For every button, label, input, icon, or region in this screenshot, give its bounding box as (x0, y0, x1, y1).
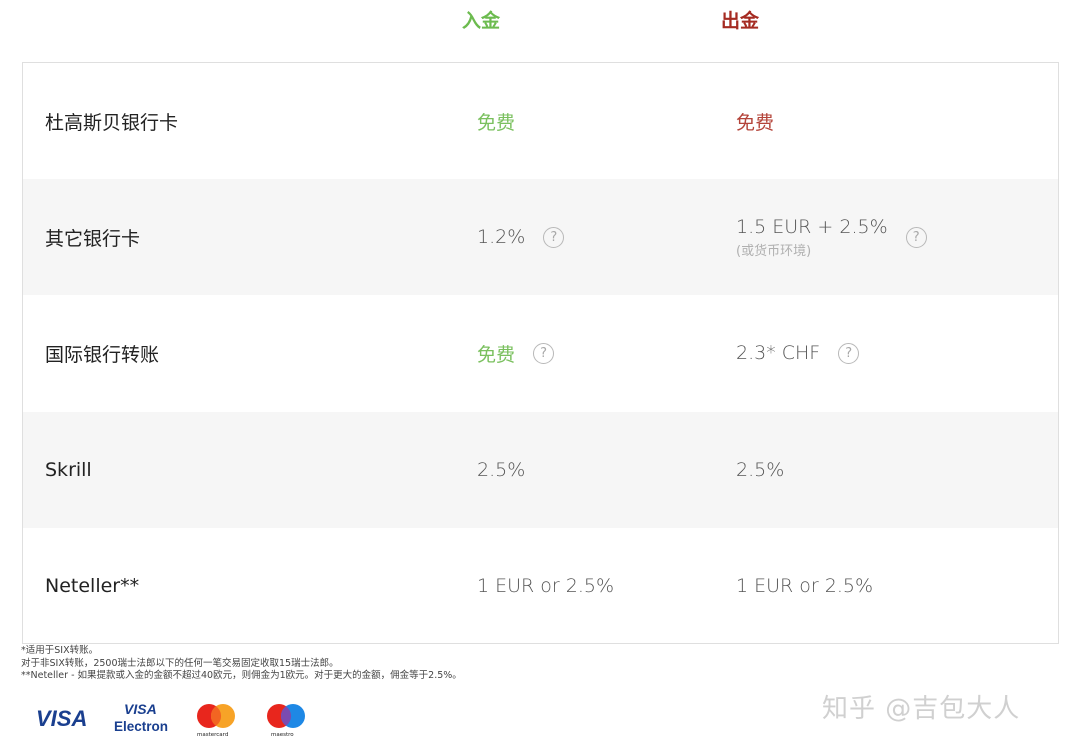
watermark: 知乎 @吉包大人 (822, 694, 1021, 724)
deposit-fee: 1.2% (477, 226, 526, 249)
deposit-fee: 2.5% (477, 458, 526, 481)
maestro-logo-icon: maestro (267, 704, 305, 738)
method-name: Neteller** (45, 574, 140, 597)
footnote: **Neteller - 如果提款或入金的金额不超过40欧元，则佣金为1欧元。对… (21, 670, 462, 681)
visa-electron-bottom-text: Electron (114, 719, 168, 734)
withdraw-column-header: 出金 (721, 10, 760, 32)
deposit-cell: 免费 (477, 63, 515, 179)
mastercard-logo-icon: mastercard (197, 704, 235, 738)
table-row: 杜高斯贝银行卡 免费 免费 (23, 63, 1058, 179)
deposit-cell: 免费 ? (477, 295, 555, 411)
help-icon[interactable]: ? (533, 342, 555, 364)
footnote: *适用于SIX转账。 (21, 645, 99, 656)
visa-logo-text: VISA (36, 706, 87, 731)
withdraw-cell: 2.5% (736, 412, 784, 528)
help-icon[interactable]: ? (838, 342, 860, 364)
visa-electron-top-text: VISA (124, 701, 157, 717)
table-row: Neteller** 1 EUR or 2.5% 1 EUR or 2.5% (23, 528, 1058, 644)
withdraw-fee: 1.5 EUR + 2.5% (736, 215, 888, 238)
help-icon[interactable]: ? (905, 226, 927, 248)
maestro-logo-text: maestro (271, 732, 294, 738)
withdraw-cell: 1 EUR or 2.5% (736, 528, 873, 644)
mastercard-logo-text: mastercard (197, 732, 228, 738)
deposit-cell: 1 EUR or 2.5% (477, 528, 614, 644)
method-name: 其它银行卡 (45, 227, 141, 250)
withdraw-cell: 2.3* CHF ? (736, 295, 860, 411)
withdraw-cell: 免费 (736, 63, 774, 179)
withdraw-fee: 2.5% (736, 458, 785, 481)
deposit-fee: 免费 (477, 343, 516, 366)
deposit-fee: 1 EUR or 2.5% (477, 574, 615, 597)
method-name: 国际银行转账 (45, 343, 160, 366)
table-row: 国际银行转账 免费 ? 2.3* CHF ? (23, 295, 1058, 411)
fee-page: 入金 出金 杜高斯贝银行卡 免费 免费 其它银行卡 1.2% ? 1.5 EUR… (0, 0, 1080, 753)
deposit-cell: 1.2% ? (477, 179, 565, 295)
withdraw-cell: 1.5 EUR + 2.5% (或货币环境) ? (736, 179, 927, 295)
withdraw-fee: 1 EUR or 2.5% (736, 574, 874, 597)
footnotes: *适用于SIX转账。 对于非SIX转账，2500瑞士法郎以下的任何一笔交易固定收… (21, 645, 462, 683)
method-name: Skrill (45, 458, 92, 481)
table-row: Skrill 2.5% 2.5% (23, 411, 1058, 528)
fee-table: 杜高斯贝银行卡 免费 免费 其它银行卡 1.2% ? 1.5 EUR + 2.5… (22, 62, 1059, 644)
withdraw-fee: 免费 (736, 111, 775, 134)
deposit-cell: 2.5% (477, 412, 525, 528)
deposit-fee: 免费 (477, 111, 516, 134)
withdraw-fee-note: (或货币环境) (736, 243, 812, 259)
method-name: 杜高斯贝银行卡 (45, 111, 179, 134)
help-icon[interactable]: ? (543, 226, 565, 248)
footnote: 对于非SIX转账，2500瑞士法郎以下的任何一笔交易固定收取15瑞士法郎。 (21, 657, 339, 669)
visa-electron-logo-icon: VISA Electron (114, 701, 168, 734)
deposit-column-header: 入金 (462, 10, 501, 32)
visa-logo-icon: VISA (36, 706, 87, 731)
table-row: 其它银行卡 1.2% ? 1.5 EUR + 2.5% (或货币环境) ? (23, 179, 1058, 296)
withdraw-fee: 2.3* CHF (736, 342, 821, 365)
